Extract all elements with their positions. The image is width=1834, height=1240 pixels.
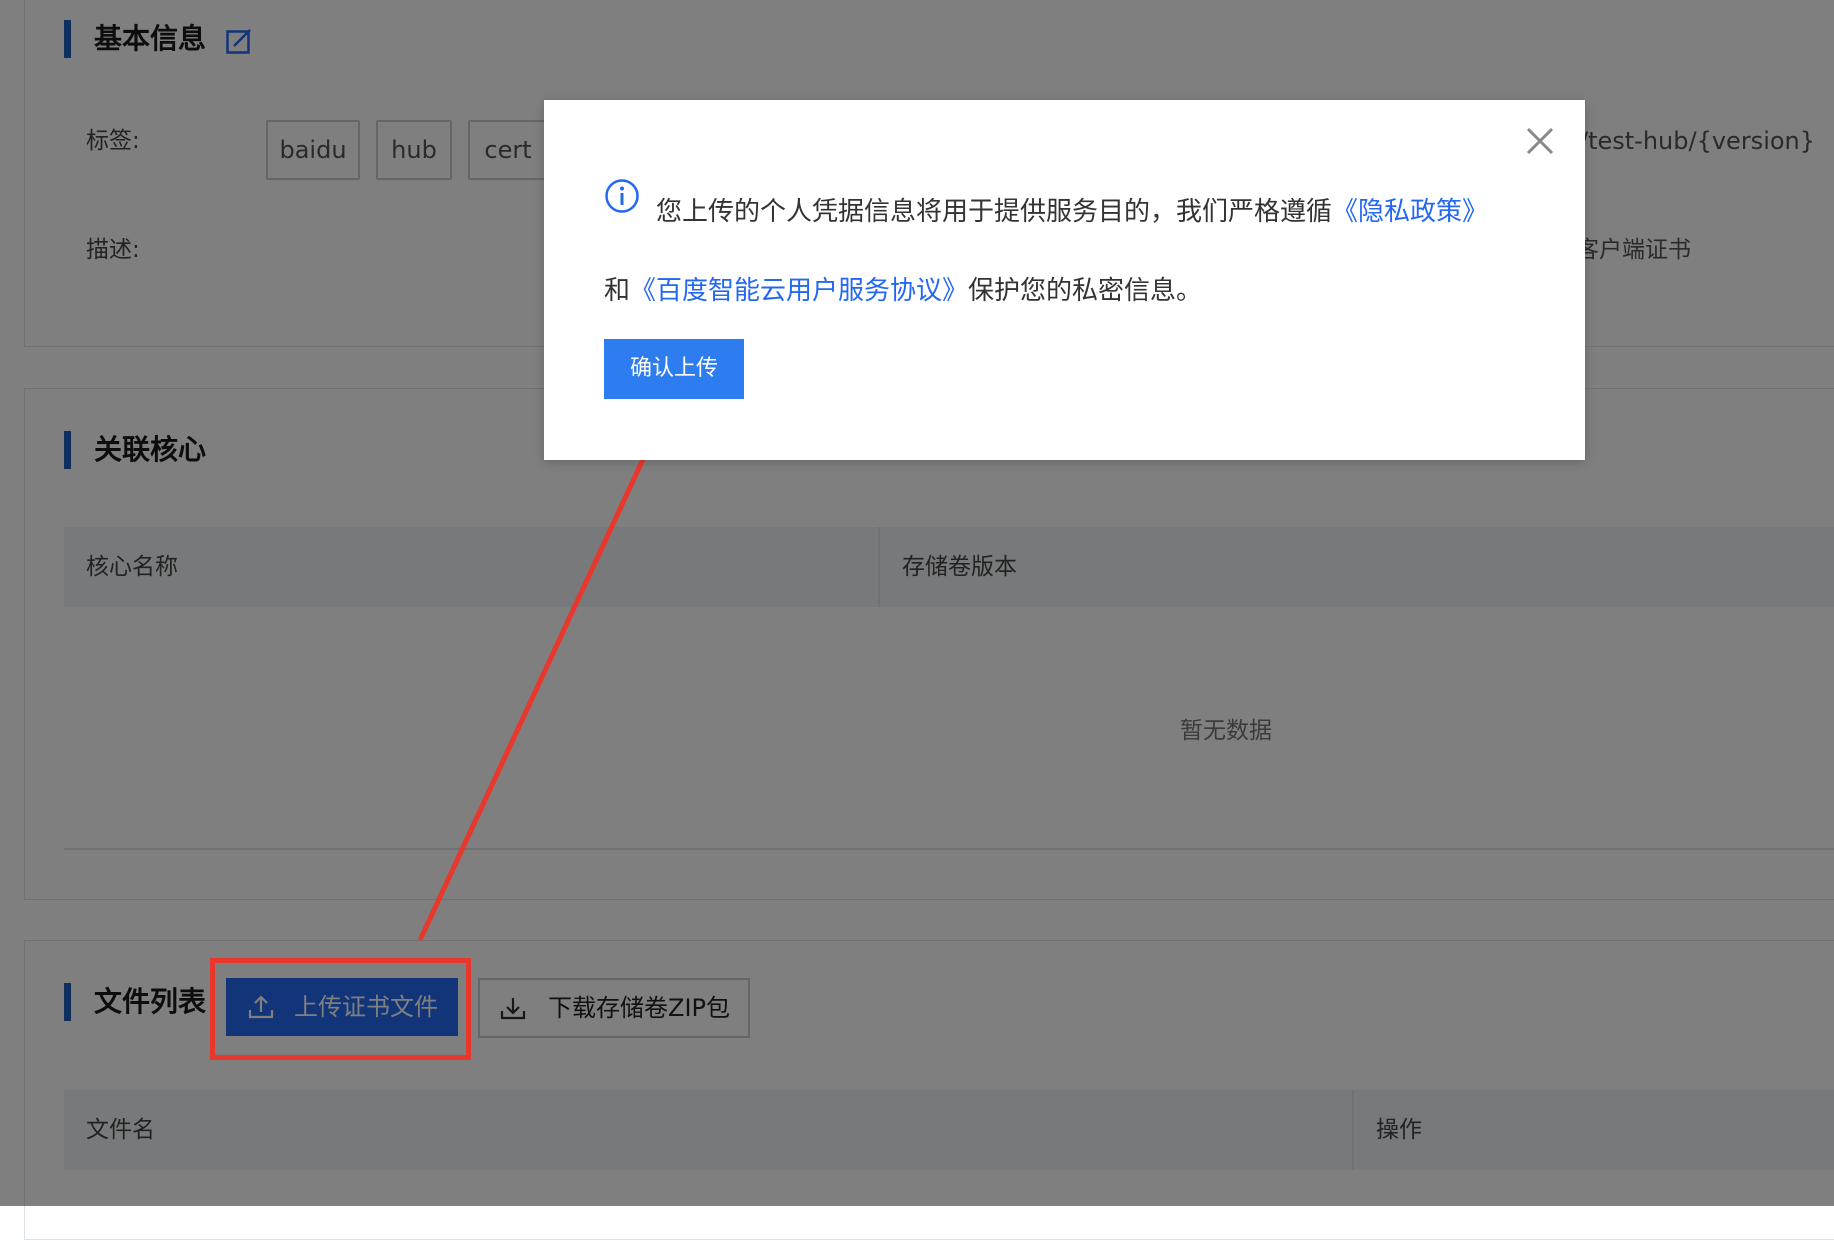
close-icon[interactable] <box>1523 124 1557 158</box>
message-text: 保护您的私密信息。 <box>968 276 1203 306</box>
message-text: 和 <box>604 276 631 306</box>
privacy-confirm-modal: 您上传的个人凭据信息将用于提供服务目的，我们严格遵循《隐私政策》 和《百度智能云… <box>544 100 1585 460</box>
message-text: 您上传的个人凭据信息将用于提供服务目的，我们严格遵循 <box>656 197 1333 227</box>
modal-message: 您上传的个人凭据信息将用于提供服务目的，我们严格遵循《隐私政策》 和《百度智能云… <box>604 173 1504 331</box>
service-agreement-link[interactable]: 《百度智能云用户服务协议》 <box>630 276 968 306</box>
privacy-policy-link[interactable]: 《隐私政策》 <box>1332 197 1488 227</box>
confirm-upload-button[interactable]: 确认上传 <box>604 339 744 399</box>
